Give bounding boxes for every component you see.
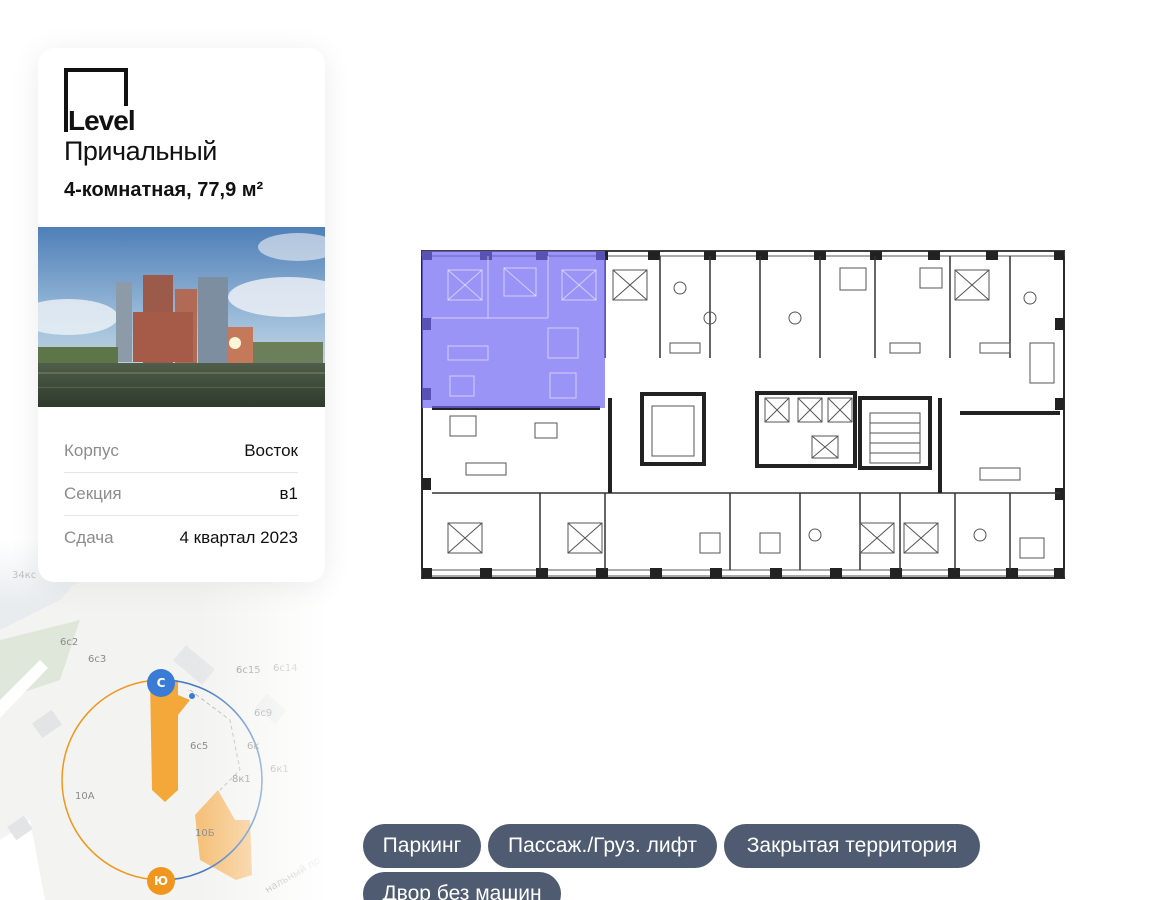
project-name: Причальный	[64, 136, 217, 166]
apartment-card: Level Причальный 4-комнатная, 77,9 м² Ко…	[38, 48, 325, 582]
compass-south-icon: Ю	[147, 867, 175, 895]
compass-north-icon: С	[147, 669, 175, 697]
map-building-label: 6с2	[60, 637, 79, 648]
detail-value: 4 квартал 2023	[179, 527, 298, 547]
map-building-label: 10А	[75, 791, 95, 802]
map-building-label: 10Б	[195, 828, 215, 839]
feature-chip-closed-territory[interactable]: Закрытая территория	[724, 824, 980, 868]
map-building-label: 6с14	[273, 663, 298, 674]
logo-frame: Level	[64, 68, 138, 136]
detail-row-section: Секция в1	[64, 473, 298, 516]
map-building-label: 8к1	[232, 774, 251, 785]
map-canvas	[0, 540, 330, 900]
brand-logo: Level Причальный	[64, 68, 217, 167]
detail-key: Секция	[64, 484, 122, 503]
location-map[interactable]: 34кс 6с2 6с3 6с15 6с14 6с9 6с5 6к 6к1 8к…	[0, 540, 330, 900]
map-building-label: 6с15	[236, 665, 261, 676]
floor-plan[interactable]	[420, 248, 1066, 581]
detail-value: в1	[279, 484, 299, 503]
details-list: Корпус Восток Секция в1 Сдача 4 квартал …	[64, 430, 298, 559]
detail-key: Корпус	[64, 441, 119, 460]
map-building-label: 6с5	[190, 741, 209, 752]
feature-chip-car-free-yard[interactable]: Двор без машин	[363, 872, 561, 900]
feature-chip-elevator[interactable]: Пассаж./Груз. лифт	[488, 824, 717, 868]
detail-row-building: Корпус Восток	[64, 430, 298, 473]
logo-word: Level	[68, 106, 138, 136]
map-building-label: 6с9	[254, 708, 273, 719]
map-building-label: 34кс	[12, 570, 37, 581]
map-building-label: 6к	[247, 741, 260, 752]
feature-chip-parking[interactable]: Паркинг	[363, 824, 481, 868]
detail-row-completion: Сдача 4 квартал 2023	[64, 516, 298, 559]
building-photo	[38, 227, 325, 407]
floor-plan-drawing	[421, 250, 1065, 579]
apartment-title: 4-комнатная, 77,9 м²	[64, 179, 264, 201]
map-building-label: 6с3	[88, 654, 107, 665]
detail-key: Сдача	[64, 527, 114, 547]
detail-value: Восток	[244, 441, 298, 460]
map-building-label: 6к1	[270, 764, 289, 775]
